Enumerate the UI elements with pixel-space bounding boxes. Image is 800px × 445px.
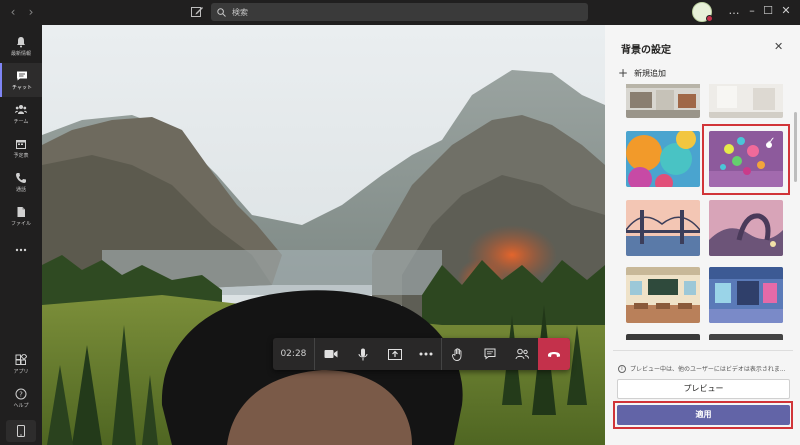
search-input[interactable]: 検索 — [211, 3, 588, 21]
panel-scrollbar[interactable] — [794, 112, 797, 182]
preview-button[interactable]: プレビュー — [617, 379, 790, 399]
share-screen-button[interactable] — [379, 338, 411, 370]
file-icon — [17, 206, 25, 217]
background-thumbnail-classroom[interactable] — [626, 267, 700, 323]
help-icon: ? — [15, 388, 27, 399]
panel-divider — [613, 350, 793, 351]
rail-item-files[interactable]: ファイル — [0, 199, 42, 233]
preview-notice-text: プレビュー中は、他のユーザーにはビデオは表示されま... — [630, 366, 786, 373]
mobile-device-button[interactable] — [6, 420, 36, 442]
background-thumbnail-futuristic-room[interactable] — [709, 267, 783, 323]
maximize-button[interactable]: ☐ — [760, 4, 776, 17]
preview-notice: i プレビュー中は、他のユーザーにはビデオは表示されま... — [618, 364, 786, 373]
microphone-button[interactable] — [347, 338, 379, 370]
info-icon: i — [618, 364, 626, 373]
app-rail: 最新情報 チャット チーム 予定表 通話 ファイル アプリ ? ヘルプ — [0, 25, 42, 445]
apps-icon — [15, 353, 27, 365]
chevron-left-icon[interactable]: ‹ — [6, 5, 20, 19]
apply-button-highlight — [613, 401, 793, 429]
background-thumbnail-office[interactable] — [626, 84, 700, 118]
title-bar: ‹ › 検索 … – ☐ ✕ — [0, 0, 800, 25]
panel-title: 背景の設定 — [621, 45, 671, 56]
chat-icon — [17, 71, 27, 80]
rail-item-more[interactable] — [0, 233, 42, 267]
rail-item-label: 通話 — [15, 186, 26, 193]
rail-item-label: 最新情報 — [10, 50, 31, 57]
rail-item-label: ヘルプ — [13, 402, 29, 409]
participants-button[interactable] — [506, 338, 538, 370]
camera-button[interactable] — [315, 338, 347, 370]
close-icon[interactable]: ✕ — [774, 40, 783, 53]
teams-window: ‹ › 検索 … – ☐ ✕ 最新情報 チャット チーム 予定表 通話 ファイル… — [0, 0, 800, 445]
background-thumbnail-white-room[interactable] — [709, 84, 783, 118]
compose-icon[interactable] — [190, 5, 204, 19]
video-stage — [42, 25, 605, 445]
background-thumbnail-list — [605, 84, 793, 340]
rail-item-help[interactable]: ? ヘルプ — [0, 381, 42, 415]
add-new-button[interactable]: + 新規追加 — [618, 66, 666, 80]
call-timer: 02:28 — [273, 338, 315, 370]
rail-item-apps[interactable]: アプリ — [0, 347, 42, 381]
background-thumbnail-dark-1[interactable] — [626, 334, 700, 340]
calendar-icon — [16, 139, 26, 149]
rail-item-label: 予定表 — [13, 152, 29, 159]
rail-item-label: ファイル — [10, 220, 31, 227]
close-window-button[interactable]: ✕ — [778, 4, 794, 17]
chevron-right-icon[interactable]: › — [24, 5, 38, 19]
rail-item-label: アプリ — [13, 368, 29, 375]
plus-icon: + — [618, 66, 629, 80]
background-thumbnail-balloons-orange[interactable] — [626, 131, 700, 187]
rail-item-label: チャット — [12, 84, 32, 91]
hang-up-button[interactable] — [538, 338, 570, 370]
microphone-icon — [358, 348, 368, 360]
minimize-button[interactable]: – — [744, 4, 760, 17]
mountain-background-image — [42, 25, 605, 445]
rail-item-label: チーム — [13, 118, 29, 125]
background-thumbnail-dark-2[interactable] — [709, 334, 783, 340]
chat-toggle-button[interactable] — [474, 338, 506, 370]
camera-icon — [324, 350, 338, 358]
bell-icon — [17, 36, 25, 47]
chat-icon — [484, 348, 496, 360]
background-thumbnail-fantasy-arch[interactable] — [709, 200, 783, 256]
rail-item-chat[interactable]: チャット — [0, 63, 42, 97]
teams-icon — [15, 104, 27, 114]
more-actions-button[interactable] — [411, 338, 443, 370]
checkmark-icon: ✓ — [767, 136, 776, 147]
hand-icon — [452, 347, 462, 361]
svg-text:?: ? — [19, 390, 23, 398]
more-icon — [15, 248, 27, 252]
search-placeholder: 検索 — [232, 7, 248, 17]
phone-device-icon — [17, 425, 25, 437]
rail-item-calendar[interactable]: 予定表 — [0, 131, 42, 165]
raise-hand-button[interactable] — [442, 338, 474, 370]
rail-item-teams[interactable]: チーム — [0, 97, 42, 131]
more-options-button[interactable]: … — [726, 4, 742, 17]
background-thumbnail-bridge[interactable] — [626, 200, 700, 256]
presence-status-icon — [706, 15, 713, 22]
selected-thumbnail-highlight — [702, 124, 790, 195]
search-icon — [217, 7, 226, 17]
more-icon — [419, 352, 433, 356]
call-controls: 02:28 — [273, 338, 570, 370]
phone-icon — [16, 172, 26, 183]
participants-icon — [515, 348, 530, 360]
add-new-label: 新規追加 — [634, 68, 667, 78]
rail-item-activity[interactable]: 最新情報 — [0, 29, 42, 63]
share-screen-icon — [387, 348, 402, 360]
rail-item-calls[interactable]: 通話 — [0, 165, 42, 199]
hang-up-icon — [548, 352, 561, 357]
